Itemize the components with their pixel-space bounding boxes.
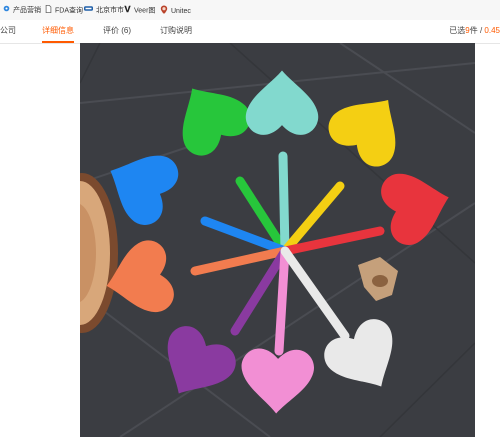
ribbon-icon [84,5,93,16]
v-logo-icon [124,5,131,17]
bookmark-label: FDA查询 [55,7,83,15]
product-photo [80,43,475,437]
product-tab-bar: 公司 详细信息 评价 (6) 订购说明 已选9件 / 0.45 [0,20,500,44]
badge-icon [160,5,168,18]
tab-details[interactable]: 详细信息 [42,20,74,43]
tab-company[interactable]: 公司 [0,20,16,43]
page-icon [45,5,52,17]
bookmark-label: 北京市市 [96,7,124,14]
bookmark-item[interactable]: FDA查询 [45,5,83,16]
selection-prefix: 已选 [449,26,466,35]
tab-reviews[interactable]: 评价 (6) [103,20,131,43]
tab-ordering[interactable]: 订购说明 [160,20,192,43]
selection-summary: 已选9件 / 0.45 [449,20,500,43]
bookmarks-bar: 产品营销 FDA查询 北京市市 Veer图 Unitec [0,0,500,21]
bookmark-item[interactable]: 北京市市 [84,5,124,16]
selection-unit: 件 / [469,26,483,35]
bookmark-label: Unitec [171,8,191,15]
bookmark-item[interactable]: Unitec [160,5,191,16]
bookmark-label: Veer图 [134,7,156,15]
dot-globe-icon [3,5,10,16]
selection-price: 0.45 [484,26,500,35]
bookmark-label: 产品营销 [13,7,41,14]
bookmark-item[interactable]: 产品营销 [3,5,41,16]
bookmark-item[interactable]: Veer图 [124,5,155,16]
